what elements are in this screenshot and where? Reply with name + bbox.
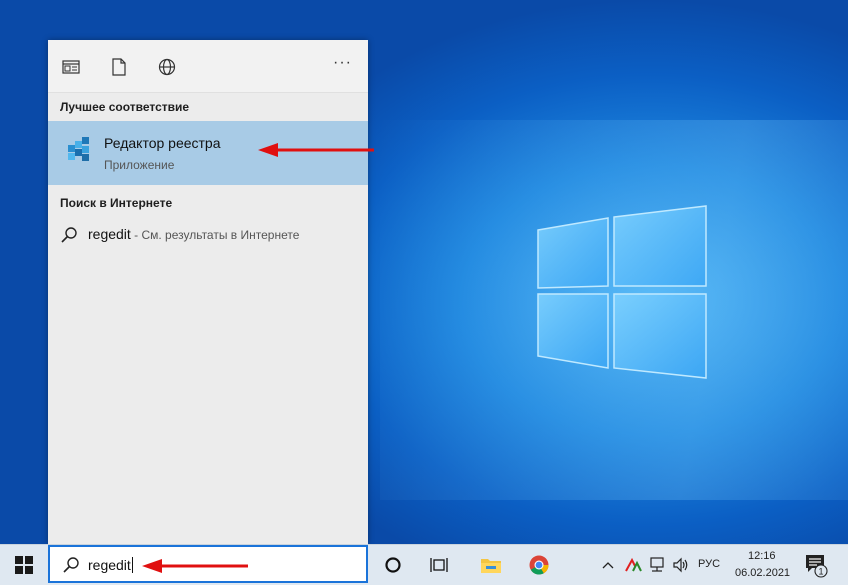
clock-date[interactable]: 06.02.2021 — [735, 567, 790, 579]
registry-editor-icon — [68, 137, 89, 161]
speaker-icon — [673, 557, 688, 573]
chevron-up-icon — [602, 562, 614, 569]
search-input[interactable]: regedit — [88, 557, 133, 573]
more-options-button[interactable]: ··· — [333, 54, 352, 72]
network-icon — [650, 557, 664, 572]
network-button[interactable] — [646, 545, 668, 585]
notification-count: 1 — [818, 567, 823, 577]
best-match-heading: Лучшее соответствие — [60, 100, 190, 114]
search-icon — [61, 227, 77, 243]
windows-logo-wallpaper — [537, 205, 707, 379]
notification-icon: 1 — [806, 555, 828, 578]
web-result-query: regedit — [88, 226, 131, 242]
action-center-button[interactable]: 1 — [800, 545, 832, 585]
app-name: Редактор реестра — [104, 135, 221, 151]
search-icon — [63, 557, 79, 573]
input-language-indicator[interactable]: РУС — [698, 558, 720, 570]
cortana-button[interactable] — [374, 545, 412, 585]
volume-button[interactable] — [670, 545, 692, 585]
cortana-icon — [385, 557, 401, 573]
windows-start-icon — [15, 556, 33, 574]
annotation-arrow-search — [142, 559, 248, 573]
clock-time[interactable]: 12:16 — [748, 550, 776, 562]
folder-icon — [481, 559, 501, 573]
web-result-text: regedit - См. результаты в Интернете — [88, 226, 299, 242]
task-view-button[interactable] — [420, 545, 458, 585]
apps-icon[interactable] — [62, 58, 80, 76]
tray-app-button[interactable] — [622, 545, 644, 585]
taskbar: regedit РУС 12:16 06.02.2021 1 — [0, 544, 848, 585]
file-explorer-button[interactable] — [472, 545, 510, 585]
search-results-panel: ··· Лучшее соответствие Редактор реестра… — [48, 40, 368, 544]
task-view-icon — [430, 558, 448, 572]
search-filter-bar: ··· — [48, 40, 368, 93]
chrome-icon — [529, 555, 549, 575]
web-icon[interactable] — [158, 58, 176, 76]
antivirus-tray-icon — [625, 557, 642, 572]
annotation-arrow-result — [258, 143, 374, 157]
web-search-heading: Поиск в Интернете — [60, 196, 173, 210]
chrome-button[interactable] — [520, 545, 558, 585]
app-type: Приложение — [104, 158, 175, 172]
document-icon[interactable] — [110, 58, 128, 76]
web-result-suffix: - См. результаты в Интернете — [130, 228, 300, 242]
show-hidden-icons-button[interactable] — [598, 545, 618, 585]
web-search-result[interactable]: regedit - См. результаты в Интернете — [48, 217, 368, 253]
start-button[interactable] — [0, 545, 48, 585]
